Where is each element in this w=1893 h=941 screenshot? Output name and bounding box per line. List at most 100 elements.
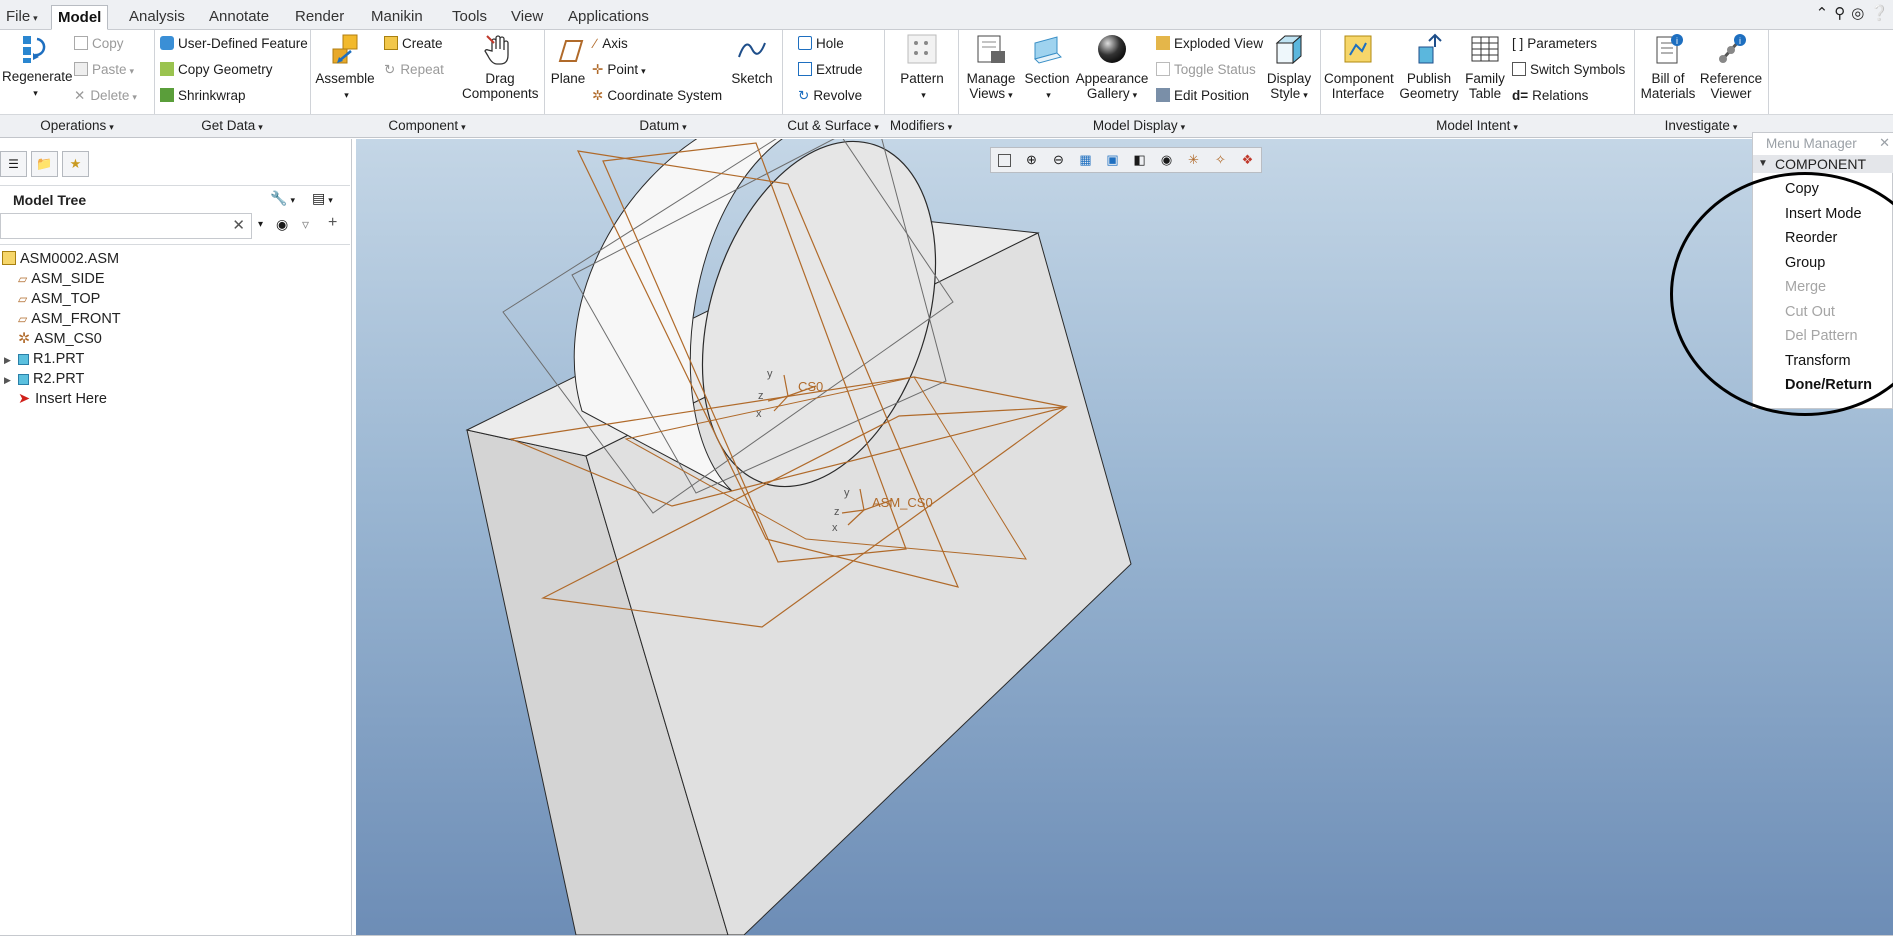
folder-browser-tab[interactable]: 📁	[31, 151, 58, 177]
user-defined-feature-button[interactable]: User-Defined Feature	[160, 36, 308, 51]
group-datum[interactable]: Datum ▾	[544, 118, 782, 133]
paste-button[interactable]: Paste ▾	[74, 62, 134, 77]
group-model-intent[interactable]: Model Intent ▾	[1320, 118, 1634, 133]
sketch-button[interactable]: Sketch	[728, 33, 776, 86]
tab-annotate[interactable]: Annotate	[203, 5, 275, 30]
tree-node[interactable]: ▱ ASM_FRONT	[0, 309, 350, 329]
create-button[interactable]: Create	[384, 36, 443, 51]
tree-search-box: ✕	[0, 213, 252, 239]
axis-button[interactable]: ∕ Axis	[594, 36, 628, 51]
tree-node[interactable]: ▱ ASM_TOP	[0, 289, 350, 309]
zoom-out-button[interactable]: ⊖	[1045, 148, 1072, 172]
expand-arrow-icon[interactable]: ▶	[4, 370, 18, 390]
tree-node[interactable]: ▱ ASM_SIDE	[0, 269, 350, 289]
manage-views-button[interactable]: Manage Views ▾	[962, 33, 1020, 103]
asm-cs0-y-axis-label: y	[844, 487, 850, 499]
help-icon[interactable]: ❔	[1870, 4, 1889, 22]
group-cut-surface[interactable]: Cut & Surface ▾	[782, 118, 884, 133]
display-style-button[interactable]: Display Style ▾	[1262, 33, 1316, 103]
tab-model[interactable]: Model	[51, 5, 109, 30]
tab-applications[interactable]: Applications	[562, 5, 655, 30]
hole-button[interactable]: Hole	[798, 36, 844, 51]
show-menu-icon[interactable]: ▤ ▾	[312, 190, 333, 207]
bill-of-materials-button[interactable]: i Bill of Materials	[1638, 33, 1698, 101]
tab-file[interactable]: File ▾	[0, 5, 44, 30]
expand-arrow-icon[interactable]: ▶	[4, 350, 18, 370]
tree-node[interactable]: ✲ ASM_CS0	[0, 329, 350, 349]
regenerate-button[interactable]: Regenerate ▾	[2, 33, 73, 101]
delete-button[interactable]: ✕ Delete ▾	[74, 88, 137, 104]
exploded-view-button[interactable]: Exploded View	[1156, 36, 1263, 51]
publish-geometry-button[interactable]: Publish Geometry	[1396, 33, 1462, 101]
revolve-button[interactable]: ↻ Revolve	[798, 88, 862, 104]
appearance-gallery-button[interactable]: Appearance Gallery ▾	[1074, 33, 1150, 103]
plane-button[interactable]: Plane	[548, 33, 588, 86]
group-operations[interactable]: Operations ▾	[0, 118, 154, 133]
collapse-ribbon-icon[interactable]: ⌃	[1816, 4, 1829, 22]
group-model-intent-label: Model Intent	[1436, 118, 1511, 133]
tab-manikin[interactable]: Manikin	[365, 5, 429, 30]
tab-render[interactable]: Render	[289, 5, 350, 30]
toggle-status-button[interactable]: Toggle Status	[1156, 62, 1256, 77]
group-model-display[interactable]: Model Display ▾	[958, 118, 1320, 133]
extrude-button[interactable]: Extrude	[798, 62, 863, 77]
group-component[interactable]: Component ▾	[310, 118, 544, 133]
tab-analysis[interactable]: Analysis	[123, 5, 191, 30]
repaint-button[interactable]: ▦	[1072, 148, 1099, 172]
search-icon[interactable]: ⚲	[1834, 4, 1845, 22]
assemble-button[interactable]: Assemble ▾	[314, 33, 376, 103]
menu-section-header[interactable]: ▼ COMPONENT	[1753, 155, 1893, 173]
model-3d-view: CS0 ASM_CS0 y z x y z x	[465, 139, 1132, 935]
saved-orientations-button[interactable]: ◧	[1126, 148, 1153, 172]
edit-position-button[interactable]: Edit Position	[1156, 88, 1249, 103]
annotation-display-button[interactable]: ❖	[1234, 148, 1261, 172]
copy-button[interactable]: Copy	[74, 36, 124, 51]
clear-search-icon[interactable]: ✕	[232, 216, 245, 234]
zoom-in-button[interactable]: ⊕	[1018, 148, 1045, 172]
switch-symbols-button[interactable]: Switch Symbols	[1512, 62, 1625, 77]
point-button[interactable]: ✛ Point ▾	[592, 62, 646, 78]
tree-node[interactable]: ➤ Insert Here	[0, 389, 350, 409]
tree-node[interactable]: ASM0002.ASM	[0, 249, 350, 269]
coordinate-system-button[interactable]: ✲ Coordinate System	[592, 88, 722, 104]
add-column-icon[interactable]: +	[328, 214, 337, 232]
graphics-window[interactable]: CS0 ASM_CS0 y z x y z x ⊕ ⊖ ▦ ▣ ◧ ◉ ✳ ✧ …	[356, 139, 1893, 935]
group-investigate[interactable]: Investigate ▾	[1634, 118, 1768, 133]
filter-icon[interactable]: ▿	[302, 216, 309, 233]
group-get-data[interactable]: Get Data ▾	[154, 118, 310, 133]
relations-label: Relations	[1532, 88, 1589, 103]
model-tree-tab[interactable]: ☰	[0, 151, 27, 177]
help-center-icon[interactable]: ◎	[1851, 4, 1864, 22]
tree-node[interactable]: ▶ R1.PRT	[0, 349, 350, 369]
shrinkwrap-button[interactable]: Shrinkwrap	[160, 88, 246, 103]
parameters-button[interactable]: [ ] Parameters	[1512, 36, 1597, 51]
find-icon[interactable]: ◉	[276, 216, 288, 233]
menu-section-title: COMPONENT	[1775, 156, 1866, 172]
spin-center-button[interactable]: ✧	[1207, 148, 1234, 172]
switch-symbols-icon	[1512, 62, 1526, 76]
datum-display-filters-button[interactable]: ✳	[1180, 148, 1207, 172]
refit-button[interactable]	[991, 148, 1018, 172]
component-interface-button[interactable]: Component Interface	[1324, 33, 1394, 101]
tree-search-input[interactable]	[1, 214, 221, 236]
group-modifiers[interactable]: Modifiers ▾	[884, 118, 958, 133]
tab-view[interactable]: View	[505, 5, 549, 30]
tree-node[interactable]: ▶ R2.PRT	[0, 369, 350, 389]
family-table-button[interactable]: Family Table	[1462, 33, 1508, 101]
axis-icon: ∕	[594, 36, 597, 51]
search-dropdown-icon[interactable]: ▾	[258, 219, 263, 230]
close-icon[interactable]: ✕	[1879, 135, 1890, 151]
pattern-button[interactable]: Pattern ▾	[894, 33, 950, 103]
view-manager-button[interactable]: ◉	[1153, 148, 1180, 172]
favorites-tab[interactable]: ★	[62, 151, 89, 177]
tab-tools[interactable]: Tools	[446, 5, 493, 30]
copy-geometry-button[interactable]: Copy Geometry	[160, 62, 273, 77]
repeat-button[interactable]: ↻ Repeat	[384, 62, 444, 78]
drag-components-button[interactable]: Drag Components	[462, 33, 539, 101]
section-button[interactable]: Section ▾	[1022, 33, 1072, 103]
zoom-in-icon: ⊕	[1026, 152, 1037, 167]
display-style-toolbar-button[interactable]: ▣	[1099, 148, 1126, 172]
tree-settings-icon[interactable]: 🔧 ▾	[270, 190, 295, 207]
reference-viewer-button[interactable]: i Reference Viewer	[1698, 33, 1764, 101]
relations-button[interactable]: d= Relations	[1512, 88, 1588, 103]
